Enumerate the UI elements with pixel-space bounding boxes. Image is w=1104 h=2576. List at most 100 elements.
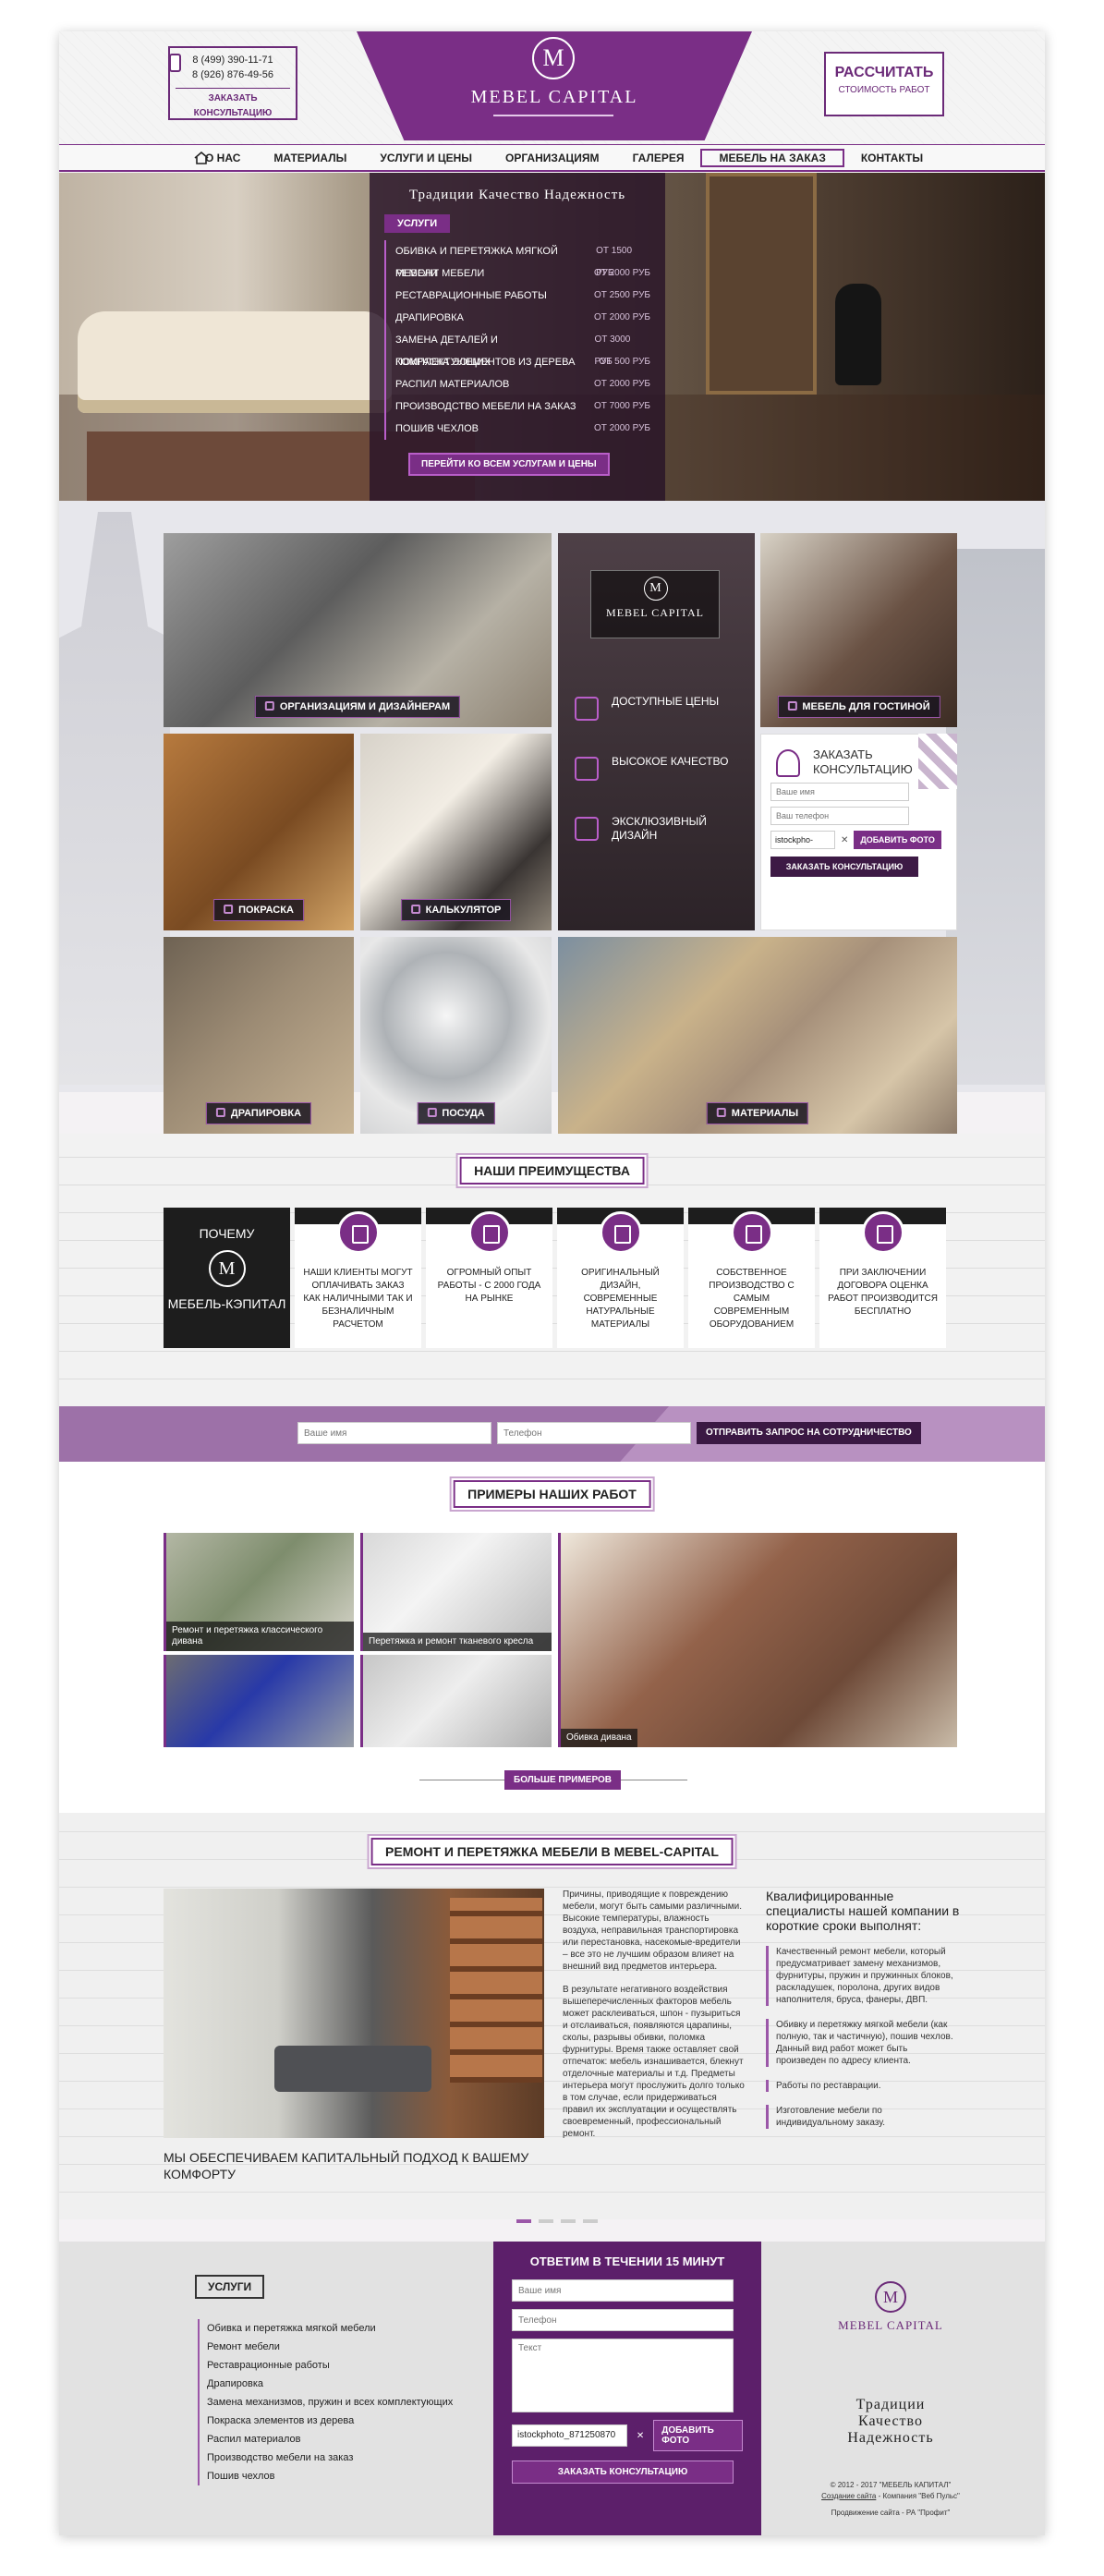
more-examples-button[interactable]: Больше примеров [504,1770,622,1790]
advantage-card: При заключении договора оценка работ про… [819,1208,946,1348]
list-item: Обивку и перетяжку мягкой мебели (как по… [766,2019,960,2067]
order-consultation-button[interactable]: Заказать консультацию [770,857,918,877]
footer-link[interactable]: Ремонт мебели [198,2338,453,2356]
service-item[interactable]: Замена деталей и комплектующих от 3000 ру… [384,329,650,368]
footer-link[interactable]: Распил материалов [198,2430,453,2448]
service-item[interactable]: Распил материалов от 2000 руб [384,373,650,395]
work-item[interactable]: Обивка дивана [558,1533,957,1747]
service-item[interactable]: Производство мебели на заказ от 7000 руб [384,395,650,418]
work-item[interactable]: Ремонт и перетяжка классического дивана [164,1533,354,1651]
footer-logo[interactable]: M MEBEL CAPITAL [835,2281,946,2333]
nav-item-contacts[interactable]: Контакты [844,149,940,167]
calculator-icon [410,905,420,914]
service-price: от 7000 руб [593,401,650,411]
brand-logo-text: MEBEL CAPITAL [606,606,704,619]
footer-phone-input[interactable] [512,2309,734,2331]
hero-motto: Традиции Качество Надежность [408,188,626,202]
service-price: от 3000 руб [594,334,631,367]
qualified-list: Качественный ремонт мебели, который пред… [766,1946,960,2129]
room-bookshelf [450,1898,542,2083]
footer-message-textarea[interactable] [512,2339,734,2412]
coop-name-input[interactable] [297,1422,491,1444]
footer-name-input[interactable] [512,2279,734,2302]
footer-order-consultation-button[interactable]: Заказать консультацию [512,2461,734,2484]
slider-dot[interactable] [516,2219,531,2223]
logo-monogram-icon[interactable]: M [532,37,575,79]
calculate-cost-button[interactable]: Рассчитать стоимость работ [824,52,944,116]
service-item[interactable]: Ремонт мебели от 2000 руб [384,262,650,285]
brush-icon [224,905,234,914]
home-icon[interactable] [194,152,209,164]
footer-link[interactable]: Обивка и перетяжка мягкой мебели [198,2319,453,2338]
nav-item-gallery[interactable]: Галерея [616,149,701,167]
service-name: Покраска элементов из дерева [395,357,576,368]
list-item: Изготовление мебели по индивидуальному з… [766,2105,960,2129]
phone-input[interactable] [770,807,909,825]
callback-form: Ответим в течении 15 минут istockphoto_8… [493,2242,761,2535]
footer-file-row: istockphoto_871250870 ✕ Добавить фото [512,2420,743,2451]
calc-button-subtitle: стоимость работ [838,85,930,95]
work-caption: Ремонт и перетяжка классического дивана [166,1622,354,1651]
footer-link[interactable]: Производство мебели на заказ [198,2448,453,2467]
tile-calculator[interactable]: Калькулятор [360,734,552,930]
phone-number-2[interactable]: 8 (926) 876-49-56 [176,67,290,82]
slider-dot[interactable] [583,2219,598,2223]
repair-title: Ремонт и перетяжка мебели в Mebel-Capita… [369,1836,735,1867]
tile-label-text: Организациям и дизайнерам [279,701,451,712]
phone-number-1[interactable]: 8 (499) 390-11-71 [176,53,290,67]
document-icon [575,817,599,841]
add-photo-button[interactable]: Добавить фото [854,831,941,849]
logo-text[interactable]: MEBEL CAPITAL [357,87,752,108]
name-input[interactable] [770,783,909,801]
repair-caption: Мы обеспечиваем капитальный подход к ваш… [164,2150,529,2181]
consultation-title-text: Заказать консультацию [813,747,913,776]
advantages-title: Наши преимущества [457,1155,647,1186]
add-photo-button[interactable]: Добавить фото [653,2420,743,2451]
logo-monogram-icon: M [644,577,668,601]
work-item[interactable] [164,1655,354,1747]
nav-item-organizations[interactable]: Организациям [489,149,616,167]
coop-phone-input[interactable] [497,1422,691,1444]
work-item[interactable]: Перетяжка и ремонт тканевого кресла [360,1533,552,1651]
remove-file-icon[interactable]: ✕ [637,2431,644,2441]
nav-item-materials[interactable]: Материалы [257,149,363,167]
hero-sofa-image [78,311,392,413]
tile-painting[interactable]: Покраска [164,734,354,930]
tile-dishes[interactable]: Посуда [360,937,552,1134]
footer-link[interactable]: Замена механизмов, пружин и всех комплек… [198,2393,453,2412]
send-cooperation-request-button[interactable]: Отправить запрос на сотрудничество [697,1422,921,1444]
callback-link[interactable]: Заказать консультацию [176,88,290,121]
phone-icon [169,54,181,72]
tile-organizations[interactable]: Организациям и дизайнерам [164,533,552,727]
footer-link[interactable]: Драпировка [198,2375,453,2393]
nav-item-services[interactable]: Услуги и цены [363,149,489,167]
remove-file-icon[interactable]: ✕ [841,835,848,845]
main-nav: О нас Материалы Услуги и цены Организаци… [59,144,1045,172]
nav-item-custom-furniture[interactable]: Мебель на заказ [700,149,844,167]
service-name: Производство мебели на заказ [395,401,576,412]
all-services-button[interactable]: Перейти ко всем услугам и цены [408,453,610,476]
tile-living-room[interactable]: Мебель для гостиной [760,533,957,727]
tile-label: Посуда [417,1102,495,1124]
service-item[interactable]: Пошив чехлов от 2000 руб [384,418,650,440]
services-tag: Услуги [384,214,451,233]
service-item[interactable]: Драпировка от 2000 руб [384,307,650,329]
footer-link[interactable]: Реставрационные работы [198,2356,453,2375]
tile-label-text: Драпировка [230,1108,302,1119]
slider-dot[interactable] [561,2219,576,2223]
site-creation-link[interactable]: Создание сайта [821,2492,876,2500]
tile-draping[interactable]: Драпировка [164,937,354,1134]
tile-label: Покраска [213,899,304,921]
service-item[interactable]: Реставрационные работы от 2500 руб [384,285,650,307]
tile-label: Организациям и дизайнерам [254,696,461,718]
tile-materials[interactable]: Материалы [558,937,957,1134]
service-item[interactable]: Покраска элементов из дерева от 500 руб [384,351,650,373]
slider-dot[interactable] [539,2219,553,2223]
tile-label: Калькулятор [400,899,512,921]
footer-link[interactable]: Покраска элементов из дерева [198,2412,453,2430]
work-item[interactable] [360,1655,552,1747]
feature-text: Эксклюзивный дизайн [612,815,707,842]
footer-link[interactable]: Пошив чехлов [198,2467,453,2485]
tile-label: Материалы [706,1102,809,1124]
service-item[interactable]: Обивка и перетяжка мягкой мебели от 1500 … [384,240,650,279]
